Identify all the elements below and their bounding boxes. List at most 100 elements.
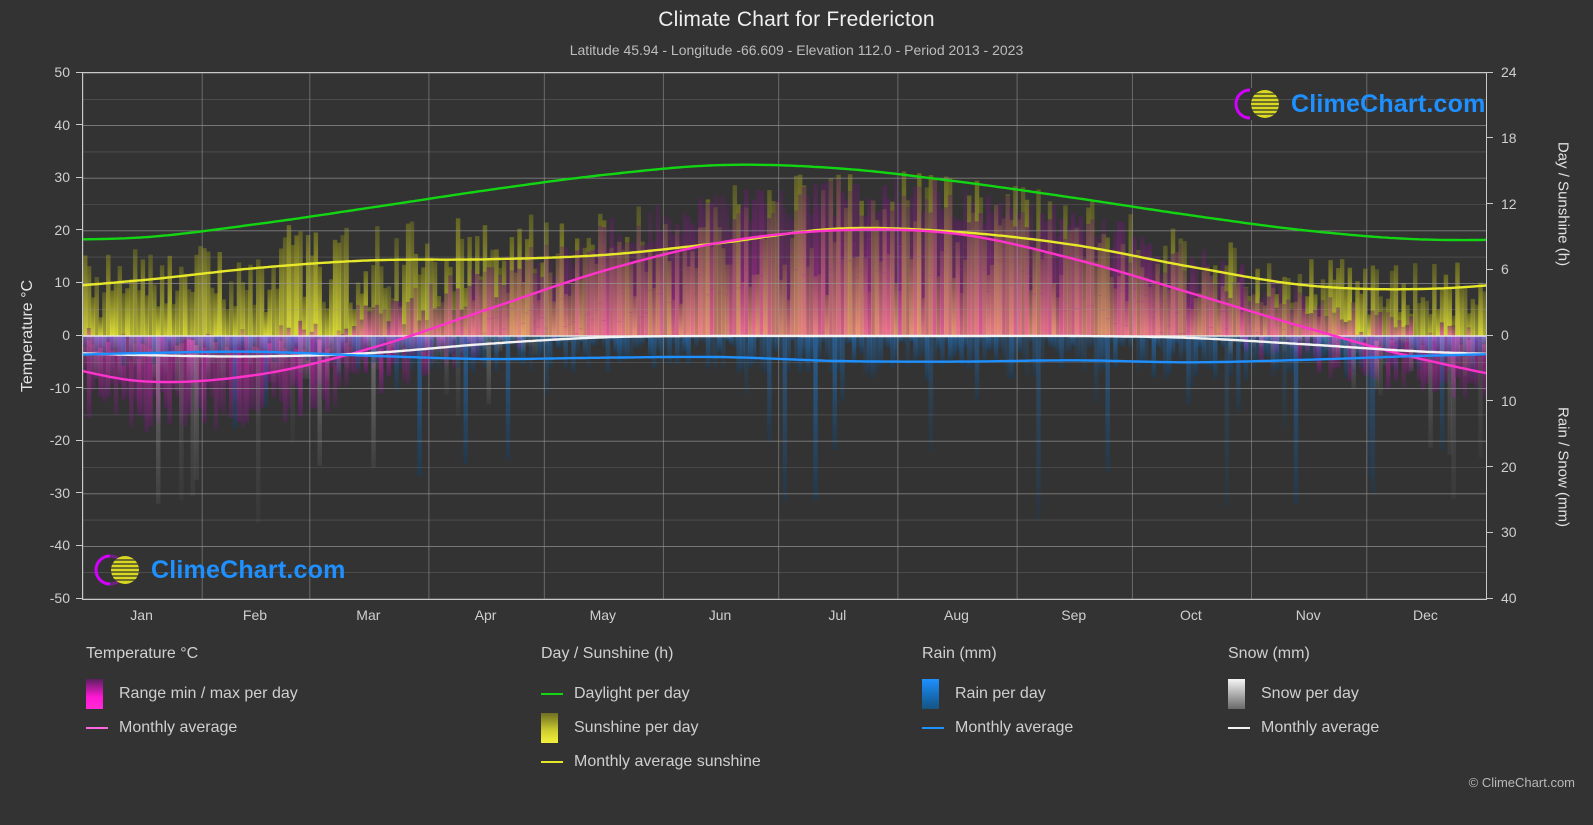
legend-item[interactable]: Monthly average: [1228, 711, 1379, 745]
legend-swatch-holder: [541, 693, 563, 695]
legend-item[interactable]: Range min / max per day: [86, 677, 298, 711]
y-axis-left-tick: 0: [62, 327, 70, 343]
legend-item[interactable]: Monthly average sunshine: [541, 745, 761, 779]
y-axis-right-top-tick: 12: [1501, 195, 1517, 212]
page-title: Climate Chart for Fredericton: [658, 8, 935, 31]
legend-swatch-holder: [922, 727, 944, 729]
legend-swatch-gradient-white: [1228, 679, 1245, 709]
legend-item-label: Monthly average: [1261, 719, 1380, 736]
legend-group-snow: Snow (mm) Snow per day Monthly average: [1228, 645, 1379, 745]
y-axis-left-tick: -30: [49, 484, 70, 501]
legend-item[interactable]: Sunshine per day: [541, 711, 761, 745]
y-axis-right-bottom-tick: 40: [1501, 590, 1517, 606]
y-axis-left-tick: -20: [49, 432, 70, 449]
y-axis-right-top-label: Day / Sunshine (h): [1554, 141, 1572, 266]
y-axis-left-tickmark: [76, 281, 82, 283]
y-axis-left-tickmark: [76, 492, 82, 494]
legend-swatch-holder: [1228, 727, 1250, 729]
y-axis-left-tickmark: [76, 439, 82, 441]
y-axis-left-tick: -50: [49, 590, 70, 606]
legend-group-title: Snow (mm): [1228, 645, 1310, 662]
x-axis-tick: Oct: [1180, 607, 1202, 623]
x-axis-tick: Jun: [708, 607, 732, 623]
y-axis-left-tickmark: [76, 334, 82, 336]
y-axis-right-tickmark: [1486, 334, 1493, 336]
x-axis-tick: Dec: [1412, 607, 1438, 623]
y-axis-right-tickmark: [1486, 400, 1493, 402]
legend-swatch-holder: [86, 679, 108, 709]
x-axis-tick: Aug: [944, 607, 969, 623]
y-axis-left-tickmark: [76, 597, 82, 599]
climate-chart-page: Climate Chart for Fredericton Latitude 4…: [0, 0, 1593, 825]
legend-swatch-holder: [541, 713, 563, 743]
y-axis-right-tickmark: [1486, 71, 1493, 73]
y-axis-left-tick: 30: [54, 169, 70, 186]
x-axis-tick: Sep: [1061, 607, 1087, 623]
legend-item-label: Monthly average: [119, 719, 238, 736]
y-axis-left-tickmark: [76, 124, 82, 126]
legend-group-title: Day / Sunshine (h): [541, 645, 674, 662]
legend-swatch-line-white: [1228, 727, 1250, 729]
x-axis-tick: Apr: [474, 607, 497, 623]
y-axis-right-tickmark: [1486, 137, 1493, 139]
y-axis-right-tickmark: [1486, 531, 1493, 533]
legend-item[interactable]: Rain per day: [922, 677, 1073, 711]
legend-group-title: Rain (mm): [922, 645, 997, 662]
y-axis-right-tickmark: [1486, 466, 1493, 467]
y-axis-right-tickmark: [1486, 203, 1493, 204]
y-axis-right-top-tick: 6: [1501, 261, 1509, 278]
legend-item-label: Rain per day: [955, 685, 1046, 702]
x-axis-tick: Mar: [356, 607, 381, 623]
y-axis-left-tick: -10: [49, 379, 70, 396]
y-axis-right-top-tick: 18: [1501, 129, 1517, 146]
y-axis-left-tickmark: [76, 71, 82, 73]
legend-swatch-line-green: [541, 693, 563, 695]
y-axis-left-tick: 20: [54, 221, 70, 238]
legend-item-label: Range min / max per day: [119, 685, 298, 702]
legend-group-title: Temperature °C: [86, 645, 199, 662]
legend-swatch-holder: [922, 679, 944, 709]
legend-item[interactable]: Monthly average: [922, 711, 1073, 745]
climechart-logo-icon: [94, 554, 139, 586]
y-axis-right-bottom-label: Rain / Snow (mm): [1554, 406, 1572, 527]
x-axis-tick: May: [589, 607, 617, 623]
x-axis-tick: Feb: [242, 607, 268, 623]
legend-swatch-line-yellow: [541, 761, 563, 763]
x-axis-tick: Nov: [1295, 607, 1321, 623]
y-axis-left-tickmark: [76, 387, 82, 389]
legend-item[interactable]: Daylight per day: [541, 677, 761, 711]
daily-bars-layer: [83, 171, 1486, 524]
legend-item[interactable]: Snow per day: [1228, 677, 1379, 711]
legend-item-label: Monthly average sunshine: [574, 753, 761, 770]
legend-swatch-gradient-blue: [922, 679, 939, 709]
legend-group-rain: Rain (mm) Rain per day Monthly average: [922, 645, 1073, 745]
legend-item-label: Monthly average: [955, 719, 1074, 736]
x-axis-tick: Jan: [130, 607, 153, 623]
y-axis-right-tickmark: [1486, 268, 1493, 270]
chart-legend: Temperature °C Range min / max per day Mon…: [0, 645, 1593, 825]
legend-swatch-gradient-magenta: [86, 679, 103, 709]
y-axis-left-tickmark: [76, 544, 82, 546]
watermark-logo-text: ClimeChart.com: [1291, 89, 1486, 118]
x-axis-tick: Jul: [828, 607, 847, 623]
legend-group-temperature: Temperature °C Range min / max per day Mon…: [86, 645, 298, 745]
chart-plot-area: ClimeChart.com ClimeChart.com: [82, 72, 1487, 600]
watermark-logo-top: ClimeChart.com: [1233, 85, 1486, 123]
climechart-logo-icon: [1234, 88, 1279, 120]
y-axis-right-bottom-tick: 20: [1501, 458, 1517, 475]
y-axis-left-tick: -40: [49, 537, 70, 554]
y-axis-left-tick: 40: [54, 116, 70, 133]
y-axis-left-tick: 10: [54, 274, 70, 291]
legend-swatch-holder: [86, 727, 108, 729]
y-axis-right-top-tick: 24: [1501, 64, 1517, 80]
copyright-notice: © ClimeChart.com: [1468, 775, 1575, 790]
legend-item-label: Snow per day: [1261, 685, 1359, 702]
legend-swatch-holder: [541, 761, 563, 763]
legend-item[interactable]: Monthly average: [86, 711, 298, 745]
legend-item-label: Daylight per day: [574, 685, 690, 702]
page-subtitle: Latitude 45.94 - Longitude -66.609 - Ele…: [569, 42, 1024, 58]
legend-group-daysun: Day / Sunshine (h) Daylight per day Sunshi…: [541, 645, 761, 779]
y-axis-left-tick: 50: [54, 64, 70, 80]
y-axis-right-tickmark: [1486, 597, 1493, 599]
legend-item-label: Sunshine per day: [574, 719, 699, 736]
